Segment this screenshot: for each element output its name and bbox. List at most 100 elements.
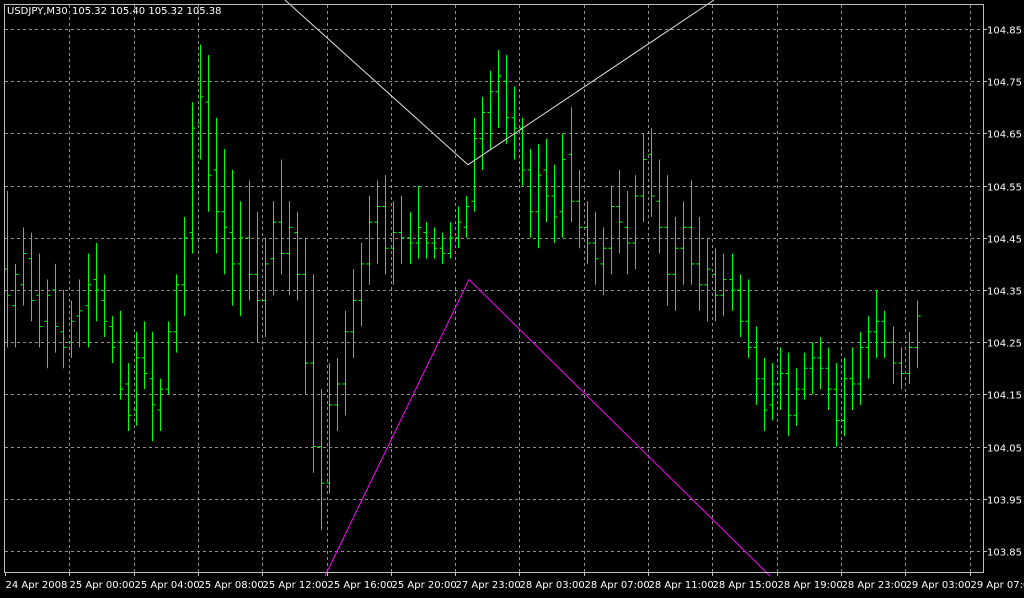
ohlc-bar bbox=[214, 118, 220, 254]
price-tick-label: 104.75 bbox=[987, 78, 1022, 89]
ohlc-bar bbox=[625, 191, 631, 275]
ohlc-bar bbox=[21, 227, 27, 305]
ohlc-bar bbox=[754, 327, 760, 405]
ohlc-bar bbox=[158, 379, 164, 431]
ohlc-bar bbox=[110, 316, 116, 363]
ohlc-bar bbox=[681, 201, 687, 285]
ohlc-bar bbox=[238, 201, 244, 316]
ohlc-bar bbox=[102, 274, 108, 337]
ohlc-bar bbox=[705, 238, 711, 322]
ohlc-bar bbox=[440, 233, 446, 264]
ohlc-bar bbox=[295, 212, 301, 301]
ohlc-bar bbox=[86, 253, 92, 347]
ohlc-bar bbox=[94, 243, 100, 321]
ohlc-bar bbox=[649, 128, 655, 217]
ohlc-bar bbox=[593, 212, 599, 285]
time-tick-label: 29 Apr 03:00 bbox=[906, 580, 971, 591]
ohlc-bar bbox=[891, 327, 897, 384]
ohlc-bar bbox=[77, 280, 83, 348]
ohlc-bar bbox=[359, 243, 365, 327]
ohlc-bar bbox=[416, 186, 422, 259]
chart-canvas: 104.85104.75104.65104.55104.45104.35104.… bbox=[0, 0, 1024, 594]
time-tick-label: 28 Apr 11:00 bbox=[649, 580, 714, 591]
time-tick-label: 28 Apr 23:00 bbox=[842, 580, 907, 591]
ohlc-bar bbox=[802, 353, 808, 400]
ohlc-bar bbox=[818, 337, 824, 389]
ohlc-bar bbox=[255, 212, 261, 343]
ohlc-bar bbox=[907, 332, 913, 384]
ohlc-bar bbox=[552, 165, 558, 243]
ohlc-bar bbox=[915, 300, 921, 368]
ohlc-bar bbox=[142, 321, 148, 389]
ohlc-bar bbox=[585, 201, 591, 264]
price-tick-label: 104.15 bbox=[987, 391, 1022, 402]
time-tick-label: 25 Apr 04:00 bbox=[135, 580, 200, 591]
ohlc-bar bbox=[190, 102, 196, 253]
ohlc-bar bbox=[303, 238, 309, 395]
ohlc-bar bbox=[271, 201, 277, 295]
price-tick-label: 103.95 bbox=[987, 496, 1022, 507]
price-tick-label: 104.85 bbox=[987, 26, 1022, 37]
ohlc-bar bbox=[13, 264, 19, 348]
ohlc-bar bbox=[746, 280, 752, 358]
price-tick-label: 104.35 bbox=[987, 287, 1022, 298]
ohlc-bar bbox=[641, 133, 647, 222]
ohlc-bar bbox=[375, 180, 381, 264]
ohlc-bar bbox=[874, 290, 880, 358]
ohlc-bar bbox=[351, 269, 357, 358]
ohlc-bar bbox=[424, 222, 430, 259]
ohlc-bar bbox=[456, 206, 462, 248]
ohlc-bar bbox=[738, 274, 744, 337]
time-tick-label: 28 Apr 07:00 bbox=[585, 580, 650, 591]
time-tick-label: 25 Apr 16:00 bbox=[328, 580, 393, 591]
ohlc-bar bbox=[496, 50, 502, 128]
time-tick-label: 25 Apr 00:00 bbox=[70, 580, 135, 591]
trend-lines bbox=[285, 0, 770, 576]
ohlc-bar bbox=[778, 347, 784, 410]
price-tick-label: 104.05 bbox=[987, 444, 1022, 455]
time-tick-label: 28 Apr 19:00 bbox=[778, 580, 843, 591]
ohlc-bar bbox=[730, 253, 736, 310]
ohlc-bar bbox=[391, 201, 397, 285]
ohlc-bar bbox=[569, 107, 575, 222]
ohlc-label: 105.32 105.40 105.32 105.38 bbox=[72, 6, 222, 17]
time-tick-label: 25 Apr 20:00 bbox=[392, 580, 457, 591]
ohlc-bar bbox=[150, 332, 156, 442]
symbol-label: USDJPY,M30 bbox=[7, 6, 68, 17]
price-tick-label: 104.55 bbox=[987, 183, 1022, 194]
price-tick-label: 103.85 bbox=[987, 548, 1022, 559]
ohlc-bar bbox=[834, 363, 840, 447]
time-tick-label: 25 Apr 08:00 bbox=[199, 580, 264, 591]
ohlc-bar bbox=[287, 201, 293, 295]
ohlc-bar bbox=[560, 133, 566, 237]
ohlc-bar bbox=[713, 248, 719, 321]
grid bbox=[5, 5, 983, 572]
ohlc-bar bbox=[61, 290, 67, 368]
price-chart[interactable]: 104.85104.75104.65104.55104.45104.35104.… bbox=[0, 0, 1024, 594]
ohlc-bar bbox=[383, 175, 389, 274]
ohlc-bar bbox=[794, 368, 800, 425]
price-tick-label: 104.45 bbox=[987, 235, 1022, 246]
upper-trend-line bbox=[285, 0, 714, 165]
time-tick-label: 29 Apr 07:00 bbox=[971, 580, 1024, 591]
ohlc-bar bbox=[448, 222, 454, 259]
ohlc-bar bbox=[464, 196, 470, 238]
ohlc-bar bbox=[319, 389, 325, 530]
ohlc-bar bbox=[399, 196, 405, 264]
ohlc-bar bbox=[343, 311, 349, 415]
ohlc-bar bbox=[174, 274, 180, 352]
ohlc-bar bbox=[432, 227, 438, 258]
ohlc-bar bbox=[528, 149, 534, 238]
ohlc-bar bbox=[263, 238, 269, 337]
time-tick-label: 28 Apr 15:00 bbox=[713, 580, 778, 591]
ohlc-bar bbox=[609, 186, 615, 275]
ohlc-bar bbox=[810, 342, 816, 394]
ohlc-bar bbox=[842, 358, 848, 436]
ohlc-bar bbox=[536, 144, 542, 248]
ohlc-bar bbox=[126, 363, 132, 431]
ohlc-bar bbox=[311, 274, 317, 472]
ohlc-bar bbox=[166, 321, 172, 394]
ohlc-bar bbox=[673, 217, 679, 311]
ohlc-bar bbox=[279, 160, 285, 275]
ohlc-bar bbox=[633, 175, 639, 269]
